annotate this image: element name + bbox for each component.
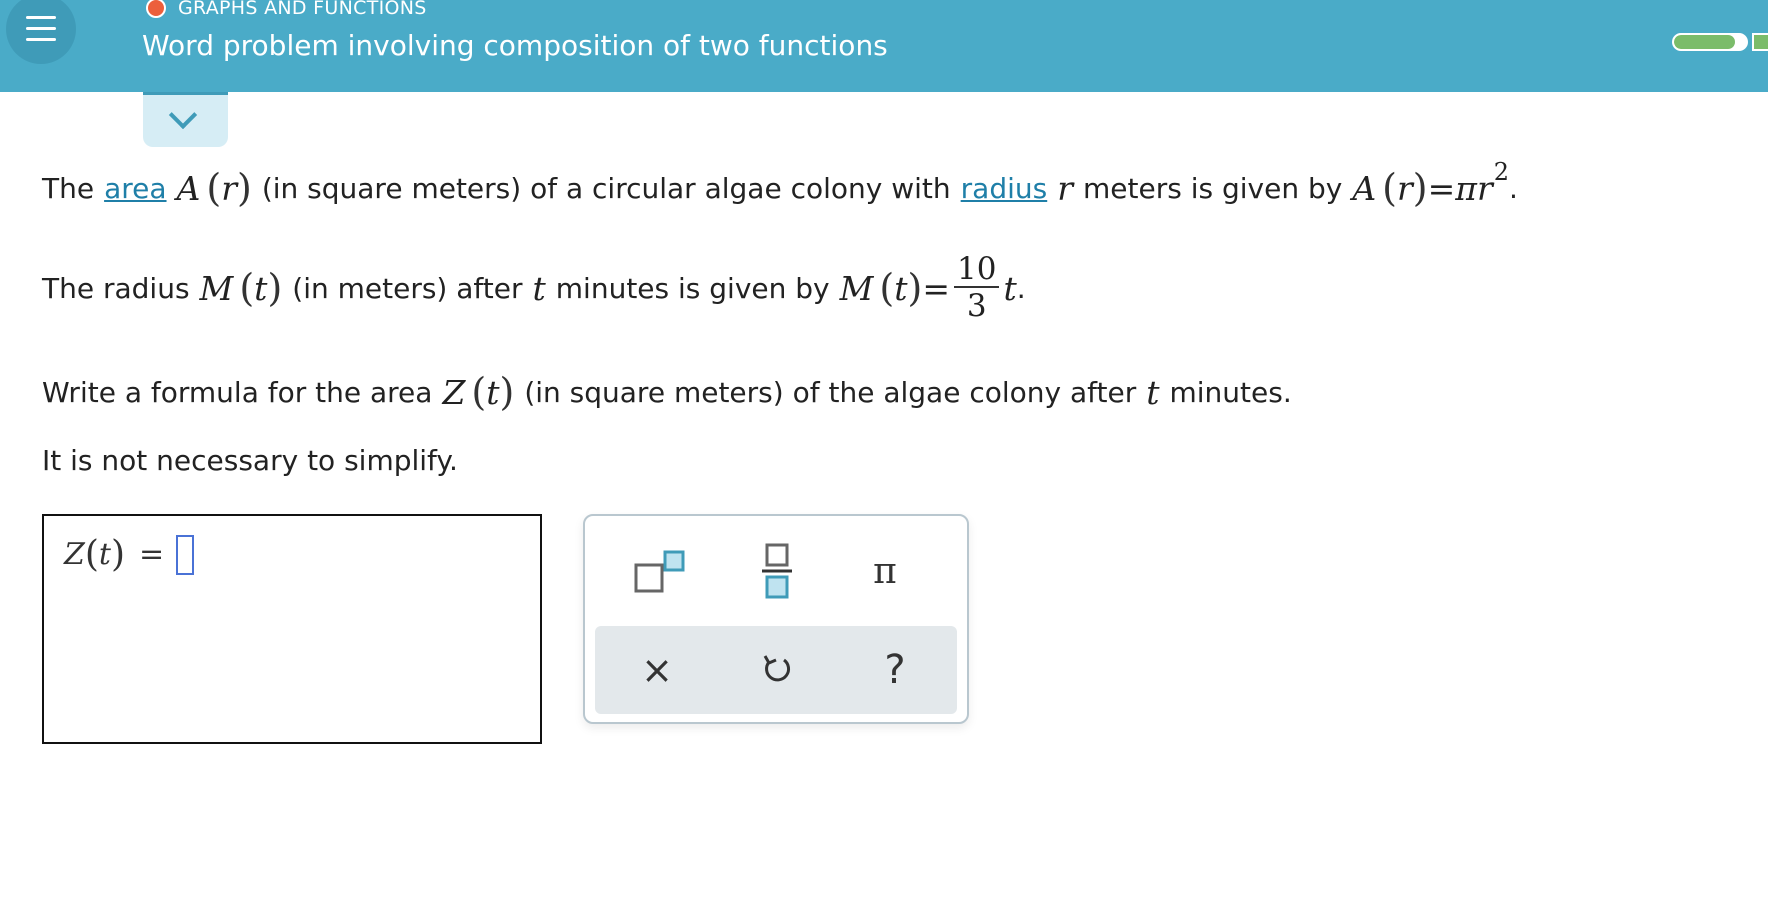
problem-line-4: It is not necessary to simplify.: [42, 438, 458, 482]
help-icon: ?: [884, 647, 906, 693]
instruction-text: It is not necessary to simplify.: [42, 443, 458, 477]
equation-function-name: M: [839, 268, 874, 308]
equation-variable: r: [1397, 168, 1413, 208]
fraction-icon: [762, 543, 792, 599]
clear-button[interactable]: ×: [617, 635, 697, 705]
undo-button[interactable]: [737, 635, 817, 705]
fraction: 10 3: [954, 251, 1000, 324]
category-label: GRAPHS AND FUNCTIONS: [178, 0, 427, 19]
paren-close: ): [1412, 166, 1428, 210]
problem-line-2: The radius M (t) (in meters) after t min…: [42, 246, 1026, 330]
exponent: 2: [1493, 158, 1510, 186]
equation-variable: t: [894, 268, 908, 308]
paren-open: (: [84, 534, 99, 575]
paren-close: ): [110, 534, 126, 575]
equation-function-name: A: [1352, 168, 1377, 208]
menu-icon: [26, 16, 56, 19]
fraction-denominator: 3: [966, 288, 987, 324]
menu-button[interactable]: [6, 0, 76, 64]
progress-bar: [1672, 33, 1748, 51]
equals-sign: =: [1427, 168, 1456, 208]
menu-icon-bar: [26, 38, 56, 41]
fraction-button[interactable]: [737, 536, 817, 606]
menu-icon-bar: [26, 27, 56, 30]
fraction-numerator: 10: [957, 251, 997, 287]
page-title: Word problem involving composition of tw…: [142, 29, 888, 62]
function-name: Z: [442, 372, 466, 412]
text: The radius: [42, 271, 190, 305]
text: (in meters) after: [292, 271, 523, 305]
undo-icon: [763, 655, 791, 682]
pi-button[interactable]: π: [845, 536, 925, 606]
progress-next-segment: [1752, 33, 1768, 51]
paren-close: ): [236, 166, 252, 210]
paren-close: ): [499, 370, 515, 414]
topic-category: GRAPHS AND FUNCTIONS: [146, 0, 427, 19]
function-variable: r: [221, 168, 237, 208]
text: The: [42, 171, 95, 205]
answer-expression: Z (t) =: [64, 534, 195, 575]
pi-icon: π: [873, 550, 897, 592]
text: meters is given by: [1083, 171, 1343, 205]
period: .: [1509, 171, 1518, 205]
radius-definition-link[interactable]: radius: [961, 172, 1048, 205]
rhs-variable: t: [1003, 268, 1017, 308]
rhs-variable: r: [1476, 168, 1493, 208]
paren-close: ): [267, 266, 283, 310]
answer-variable: t: [98, 537, 111, 572]
problem-line-1: The area A (r) (in square meters) of a c…: [42, 158, 1518, 218]
category-status-icon: [146, 0, 166, 18]
clear-icon: ×: [641, 648, 673, 692]
answer-input[interactable]: Z (t) =: [42, 514, 542, 744]
function-name: M: [199, 268, 234, 308]
superscript-icon: [634, 550, 685, 593]
chevron-down-icon: [168, 100, 198, 130]
variable: r: [1057, 168, 1073, 208]
top-bar: GRAPHS AND FUNCTIONS Word problem involv…: [0, 0, 1768, 92]
progress-fill: [1674, 35, 1736, 49]
paren-open: (: [471, 370, 487, 414]
paren-open: (: [879, 266, 895, 310]
input-cursor-box[interactable]: [176, 534, 195, 575]
help-button[interactable]: ?: [855, 635, 935, 705]
equals-sign: =: [922, 268, 950, 308]
text: minutes.: [1169, 375, 1292, 409]
variable: t: [532, 268, 546, 308]
superscript-button[interactable]: [617, 536, 697, 606]
text: minutes is given by: [555, 271, 830, 305]
answer-equals-sign: =: [139, 537, 165, 572]
paren-open: (: [206, 166, 222, 210]
function-variable: t: [254, 268, 268, 308]
answer-function-name: Z: [64, 537, 85, 572]
pi-symbol: π: [1455, 168, 1477, 208]
problem-line-3: Write a formula for the area Z (t) (in s…: [42, 362, 1292, 422]
text: (in square meters) of the algae colony a…: [524, 375, 1137, 409]
variable: t: [1146, 372, 1160, 412]
keypad-action-row: × ?: [595, 626, 957, 714]
paren-open: (: [239, 266, 255, 310]
paren-open: (: [1382, 166, 1397, 210]
text: (in square meters) of a circular algae c…: [261, 171, 951, 205]
math-keypad: π × ?: [583, 514, 969, 724]
period: .: [1016, 271, 1026, 305]
area-definition-link[interactable]: area: [104, 172, 166, 205]
paren-close: ): [907, 266, 923, 310]
collapse-toggle-button[interactable]: [143, 92, 228, 147]
function-variable: t: [486, 372, 500, 412]
function-name: A: [176, 168, 201, 208]
text: Write a formula for the area: [42, 375, 433, 409]
